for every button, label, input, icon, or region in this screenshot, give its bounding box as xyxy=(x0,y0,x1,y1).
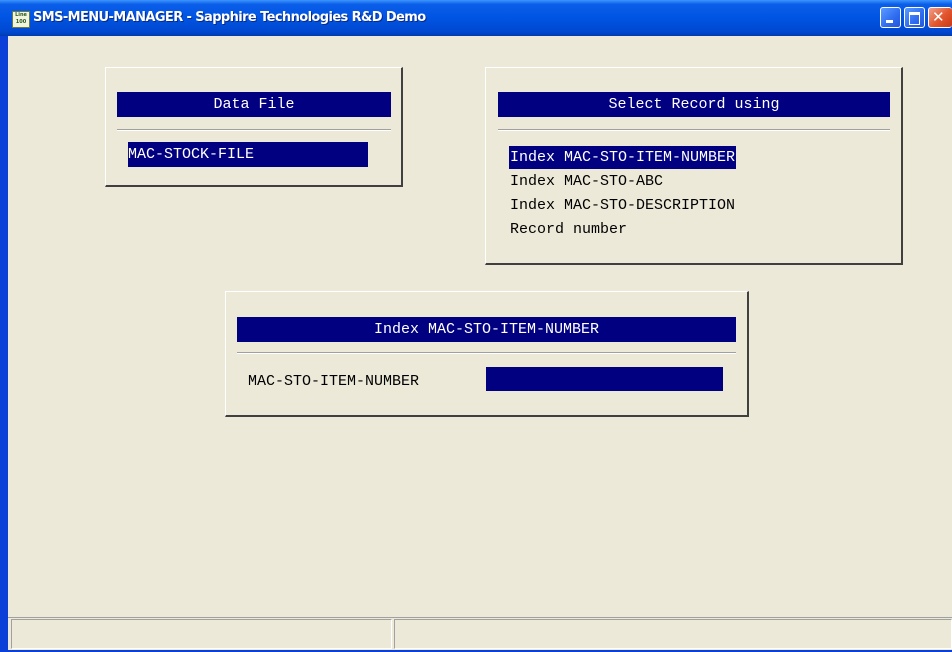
record-option[interactable]: Index MAC-STO-ABC xyxy=(509,170,664,193)
data-file-panel: Data File MAC-STOCK-FILE xyxy=(105,67,403,187)
data-file-header: Data File xyxy=(117,92,391,117)
data-file-field[interactable]: MAC-STOCK-FILE xyxy=(128,142,368,167)
select-record-separator xyxy=(498,129,890,131)
app-icon-top-text: Line xyxy=(15,12,27,18)
index-panel-header: Index MAC-STO-ITEM-NUMBER xyxy=(237,317,736,342)
status-pane-left xyxy=(11,619,392,649)
app-window: Line 100 SMS-MENU-MANAGER - Sapphire Tec… xyxy=(0,0,952,652)
select-record-header: Select Record using xyxy=(498,92,890,117)
close-button[interactable]: ✕ xyxy=(928,7,952,28)
status-pane-right xyxy=(394,619,952,649)
index-panel: Index MAC-STO-ITEM-NUMBER MAC-STO-ITEM-N… xyxy=(225,291,749,417)
item-number-input[interactable] xyxy=(486,367,723,391)
record-option[interactable]: Index MAC-STO-DESCRIPTION xyxy=(509,194,736,217)
title-bar[interactable]: Line 100 SMS-MENU-MANAGER - Sapphire Tec… xyxy=(0,0,952,36)
record-option[interactable]: Record number xyxy=(509,218,628,241)
app-icon[interactable]: Line 100 xyxy=(12,11,30,28)
select-record-panel: Select Record using Index MAC-STO-ITEM-N… xyxy=(485,67,903,265)
data-file-separator xyxy=(117,129,391,131)
status-bar xyxy=(8,617,952,650)
maximize-button[interactable] xyxy=(904,7,925,28)
item-number-label: MAC-STO-ITEM-NUMBER xyxy=(248,373,420,390)
app-icon-bottom-text: 100 xyxy=(15,19,27,25)
record-option[interactable]: Index MAC-STO-ITEM-NUMBER xyxy=(509,146,737,169)
close-icon: ✕ xyxy=(932,8,945,26)
minimize-button[interactable] xyxy=(880,7,901,28)
index-panel-separator xyxy=(237,352,736,354)
window-title: SMS-MENU-MANAGER - Sapphire Technologies… xyxy=(33,10,426,25)
